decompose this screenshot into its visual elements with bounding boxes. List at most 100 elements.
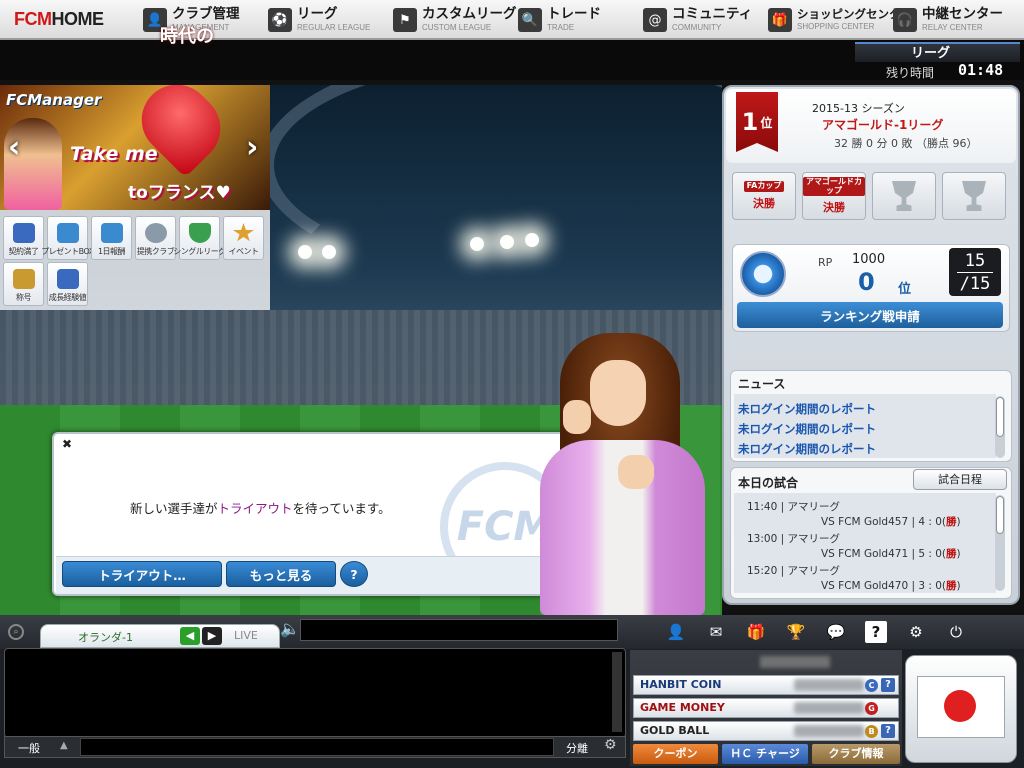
gear-icon[interactable]: ⚙ (905, 621, 927, 643)
fcm-home-logo[interactable]: FCMHOME (14, 9, 104, 30)
daily-reward-button[interactable]: 1日報酬 (91, 216, 132, 260)
chat-split-button[interactable]: 分離 (566, 740, 588, 756)
chat-search-icon[interactable]: ⌕ (8, 624, 24, 640)
chat-messages-area (4, 648, 626, 738)
help-icon[interactable]: ? (865, 621, 887, 643)
help-button[interactable]: ? (340, 561, 368, 587)
nav-custom-league[interactable]: ⚑ カスタムリーグ CUSTOM LEAGUE (393, 5, 517, 35)
hanbit-coin-label: HANBIT COIN (640, 678, 722, 691)
gold-ball-label: GOLD BALL (640, 724, 710, 737)
nav-league-label: リーグ (297, 6, 338, 23)
floodlight (525, 233, 539, 247)
profile-icon[interactable]: 👤 (665, 621, 687, 643)
match-schedule-button[interactable]: 試合日程 (913, 469, 1007, 490)
chat-scrollbar[interactable] (612, 652, 622, 732)
single-league-button[interactable]: シングルリーグ (173, 216, 226, 260)
live-label: LIVE (234, 629, 258, 642)
trophy-icon[interactable]: 🏆 (785, 621, 807, 643)
speaker-icon[interactable]: 🔈 (280, 619, 300, 638)
chat-channel-select[interactable]: 一般 (18, 740, 40, 756)
floodlight (322, 245, 336, 259)
present-box-button[interactable]: プレゼントBOX (41, 216, 94, 260)
news-scrollbar[interactable] (995, 396, 1005, 458)
game-money-value (794, 702, 864, 714)
character-hand (563, 400, 591, 434)
floodlight (500, 235, 514, 249)
match-row[interactable]: 13:00 | アマリーグ VS FCM Gold471 | 5 : 0(勝) (735, 531, 993, 561)
coin-c-icon: C (865, 679, 878, 692)
close-icon[interactable]: ✖ (60, 437, 74, 451)
nav-community[interactable]: @ コミュニティ COMMUNITY (643, 5, 752, 35)
hanbit-coin-row: HANBIT COIN C ? (633, 675, 899, 695)
match-scroll-thumb[interactable] (996, 496, 1004, 534)
mail-icon[interactable]: ✉ (705, 621, 727, 643)
league-record: 32 勝 0 分 0 敗 （勝点 96） (834, 137, 978, 150)
nav-relay-label: 中継センター (922, 6, 1003, 23)
dialog-message: 新しい選手達がトライアウトを待っています。 (130, 501, 391, 516)
chat-next-icon[interactable]: ▶ (202, 627, 222, 645)
club-info-button[interactable]: クラブ情報 (812, 744, 900, 764)
news-scroll-thumb[interactable] (996, 397, 1004, 437)
growth-exp-button[interactable]: 成長経験値 (47, 262, 88, 306)
coupon-button[interactable]: クーポン (633, 744, 718, 764)
remaining-time-label: 残り時間 (886, 66, 935, 80)
rank-badge: 1位 (736, 92, 778, 152)
shop-icon: 🎁 (768, 8, 792, 32)
gift-icon[interactable]: 🎁 (745, 621, 767, 643)
news-item[interactable]: 未ログイン期間のレポート (738, 441, 876, 457)
chat-input[interactable] (80, 738, 554, 756)
amagold-cup-slot[interactable]: アマゴールドカップ 決勝 (802, 172, 866, 220)
contract-expired-button[interactable]: 契約満了 (3, 216, 44, 260)
shield-icon (188, 223, 211, 243)
rp-place-unit: 位 (898, 282, 912, 297)
hc-charge-button[interactable]: ＨＣ チャージ (722, 744, 808, 764)
chat-channel-label: オランダ-1 (78, 631, 133, 644)
see-more-button[interactable]: もっと見る (226, 561, 336, 587)
chat-settings-gear-icon[interactable]: ⚙ (604, 737, 617, 753)
banner-line1: Take me (70, 143, 158, 165)
partner-club-button[interactable]: 提携クラブ (135, 216, 176, 260)
chat-icon[interactable]: 💬 (825, 621, 847, 643)
season-label: 2015-13 シーズン (812, 102, 905, 115)
power-icon[interactable]: ⏻ (945, 621, 967, 643)
nav-shopping-center[interactable]: 🎁 ショッピングセンター SHOPPING CENTER (768, 5, 912, 35)
trophy-icon (12, 269, 35, 289)
hanbit-help-button[interactable]: ? (881, 678, 895, 692)
match-row[interactable]: 15:20 | アマリーグ VS FCM Gold470 | 3 : 0(勝) (735, 563, 993, 593)
gift-box-icon (56, 223, 79, 243)
link-icon (144, 223, 167, 243)
league-tab: リーグ (855, 42, 1020, 62)
chat-expand-icon[interactable]: ▲ (60, 740, 68, 751)
trophy-icon (892, 181, 916, 211)
event-button[interactable]: イベント (223, 216, 264, 260)
gold-ball-value (794, 725, 864, 737)
gold-ball-help-button[interactable]: ? (881, 724, 895, 738)
hanbit-coin-value (794, 679, 864, 691)
nav-trade-label: トレード (547, 6, 601, 23)
cup-result: 決勝 (753, 196, 775, 210)
ranking-match-apply-button[interactable]: ランキング戦申請 (737, 302, 1003, 328)
coin-g-icon: G (865, 702, 878, 715)
rp-place: 0 (858, 268, 875, 296)
growth-icon (56, 269, 79, 289)
news-item[interactable]: 未ログイン期間のレポート (738, 401, 876, 417)
news-item[interactable]: 未ログイン期間のレポート (738, 421, 876, 437)
chat-prev-icon[interactable]: ◀ (180, 627, 200, 645)
match-scrollbar[interactable] (995, 495, 1005, 591)
gold-ball-row: GOLD BALL B ? (633, 721, 899, 741)
banner-prev-arrow-icon[interactable]: ‹ (8, 130, 20, 165)
headset-icon: 🎧 (893, 8, 917, 32)
contract-icon (12, 223, 35, 243)
banner-next-arrow-icon[interactable]: › (246, 130, 258, 165)
match-row[interactable]: 11:40 | アマリーグ VS FCM Gold457 | 4 : 0(勝) (735, 499, 993, 529)
rp-label: RP (818, 256, 833, 269)
nav-trade[interactable]: 🔍 トレード TRADE (518, 5, 601, 35)
gift-icon (100, 223, 123, 243)
fa-cup-slot[interactable]: FAカップ 決勝 (732, 172, 796, 220)
nav-relay-center[interactable]: 🎧 中継センター RELAY CENTER (893, 5, 1003, 35)
ranking-emblem-icon (740, 251, 786, 297)
title-button[interactable]: 称号 (3, 262, 44, 306)
nav-regular-league[interactable]: ⚽ リーグ REGULAR LEAGUE (268, 5, 370, 35)
banner-heart-text: 時代の (160, 26, 214, 47)
tryout-button[interactable]: トライアウト… (62, 561, 222, 587)
